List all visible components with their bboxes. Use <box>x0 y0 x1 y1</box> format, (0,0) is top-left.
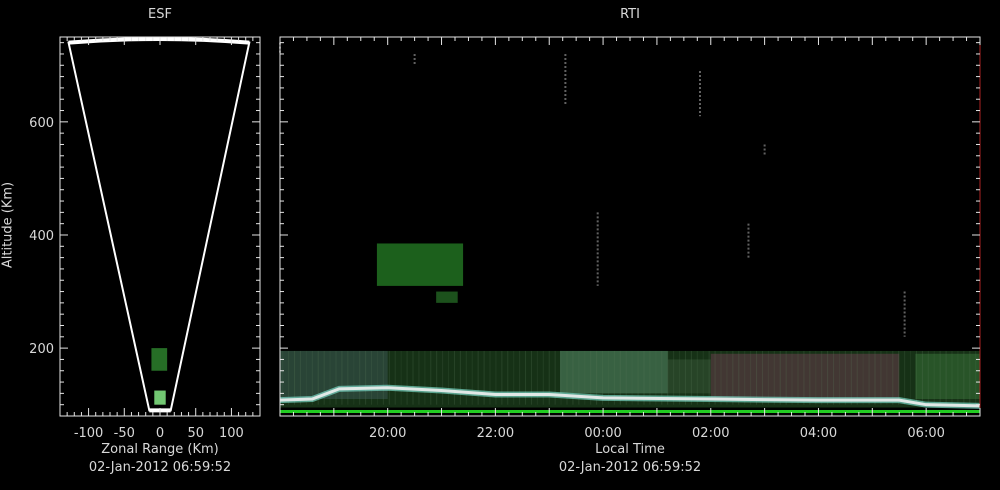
rti-echo-region <box>436 291 458 303</box>
esf-y-tick-label: 400 <box>29 229 54 244</box>
rti-echo-region <box>667 359 711 394</box>
rti-x-tick-label: 22:00 <box>477 426 514 441</box>
esf-x-axis-label: Zonal Range (Km) <box>101 442 219 457</box>
figure-canvas: -100 -50 0 50 100 200 400 600 20:00 22:00 00:00 02… <box>29 36 981 441</box>
esf-y-axis-label: Altitude (Km) <box>0 181 16 269</box>
rti-x-tick-label: 20:00 <box>369 426 406 441</box>
esf-title: ESF <box>148 7 172 22</box>
rti-echo-region <box>560 350 668 394</box>
rti-timestamp: 02-Jan-2012 06:59:52 <box>558 460 702 475</box>
esf-x-tick-label: 50 <box>187 426 204 441</box>
esf-echo-patch <box>154 390 166 405</box>
esf-x-tick-label: 0 <box>156 426 164 441</box>
esf-echo-patch <box>151 348 168 371</box>
rti-x-tick-label: 02:00 <box>692 426 729 441</box>
rti-x-tick-label: 04:00 <box>800 426 837 441</box>
rti-title: RTI <box>620 7 640 22</box>
esf-timestamp: 02-Jan-2012 06:59:52 <box>88 460 232 475</box>
rti-x-axis-label: Local Time <box>595 442 665 457</box>
rti-x-tick-label: 06:00 <box>907 426 944 441</box>
rti-echo-region <box>376 243 464 286</box>
esf-x-tick-label: 100 <box>219 426 244 441</box>
rti-echo-region <box>915 353 980 400</box>
esf-x-tick-label: -50 <box>114 426 135 441</box>
esf-y-tick-label: 200 <box>29 342 54 357</box>
rti-x-tick-label: 00:00 <box>584 426 621 441</box>
rti-panel: 20:00 22:00 00:00 02:00 04:00 06:00 <box>279 36 981 441</box>
esf-y-tick-label: 600 <box>29 116 54 131</box>
esf-panel: -100 -50 0 50 100 200 400 600 <box>29 36 261 441</box>
esf-x-tick-label: -100 <box>74 426 104 441</box>
